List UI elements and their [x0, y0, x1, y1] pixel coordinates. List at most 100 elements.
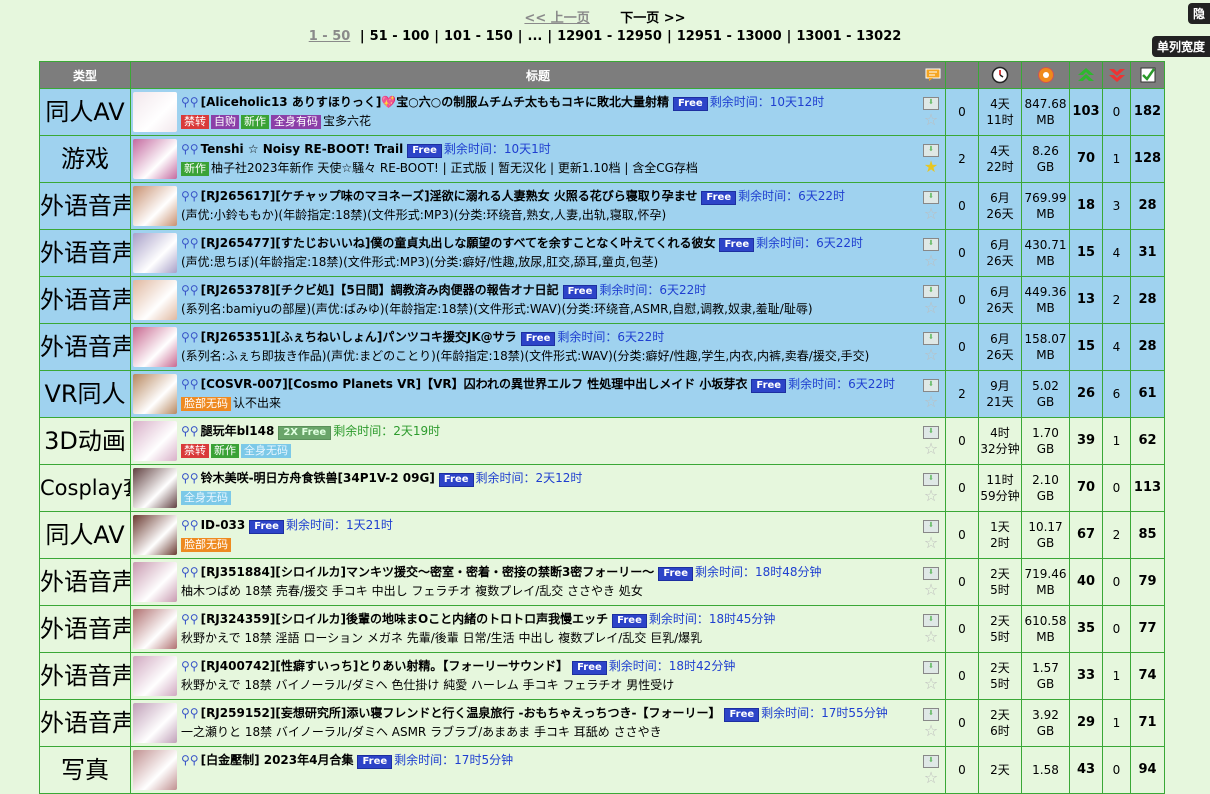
current-page-link[interactable]: 1 - 50 — [309, 29, 351, 44]
torrent-title-link[interactable]: [RJ400742][性癖すいっち]とりあい射精。【フォーリーサウンド】 — [201, 659, 569, 673]
thumbnail-image[interactable] — [133, 233, 177, 273]
comments-count[interactable]: 0 — [945, 652, 979, 700]
download-icon[interactable]: ⬇ — [923, 520, 939, 533]
thumbnail-image[interactable] — [133, 186, 177, 226]
completed-count[interactable]: 77 — [1130, 605, 1165, 653]
category-link[interactable]: 外语音声 — [39, 699, 131, 747]
seeders-icon[interactable] — [1069, 61, 1103, 89]
bookmark-star-icon[interactable]: ☆ — [923, 582, 939, 598]
thumbnail-image[interactable] — [133, 609, 177, 649]
category-link[interactable]: Cosplay套图 — [39, 464, 131, 512]
torrent-title-link[interactable]: [RJ265617][ケチャップ味のマヨネーズ]淫欲に溺れる人妻熟女 火照る花び… — [201, 189, 698, 203]
completed-count[interactable]: 61 — [1130, 370, 1165, 418]
clock-icon[interactable] — [978, 61, 1022, 89]
completed-count[interactable]: 113 — [1130, 464, 1165, 512]
completed-count[interactable]: 128 — [1130, 135, 1165, 183]
bookmark-star-icon[interactable]: ☆ — [923, 206, 939, 222]
bookmark-star-icon[interactable]: ☆ — [923, 441, 939, 457]
seeders-count[interactable]: 15 — [1069, 323, 1103, 371]
comments-count[interactable]: 0 — [945, 417, 979, 465]
torrent-title-link[interactable]: [RJ259152][妄想研究所]添い寝フレンドと行く温泉旅行 -おもちゃえっち… — [201, 706, 721, 720]
leechers-count[interactable]: 0 — [1102, 464, 1131, 512]
leechers-count[interactable]: 1 — [1102, 652, 1131, 700]
seeders-count[interactable]: 35 — [1069, 605, 1103, 653]
download-icon[interactable]: ⬇ — [923, 614, 939, 627]
category-link[interactable]: 外语音声 — [39, 182, 131, 230]
torrent-title-link[interactable]: [RJ265351][ふぇちねいしょん]パンツコキ援交JK@サラ — [201, 330, 517, 344]
thumbnail-image[interactable] — [133, 327, 177, 367]
sort-comments-icon[interactable] — [925, 68, 941, 82]
thumbnail-image[interactable] — [133, 656, 177, 696]
leechers-count[interactable]: 6 — [1102, 370, 1131, 418]
bookmark-star-icon[interactable]: ☆ — [923, 488, 939, 504]
torrent-title-link[interactable]: [COSVR-007][Cosmo Planets VR]【VR】囚われの異世界… — [201, 377, 748, 391]
seeders-count[interactable]: 67 — [1069, 511, 1103, 559]
leechers-count[interactable]: 0 — [1102, 746, 1131, 794]
category-link[interactable]: 3D动画 — [39, 417, 131, 465]
torrent-title-link[interactable]: [RJ265477][すたじおいいね]僕の童貞丸出しな願望のすべてを余すことなく… — [201, 236, 716, 250]
torrent-title-cont[interactable]: 宝○六○の制服ムチムチ太ももコキに敗北大量射精 — [396, 95, 669, 109]
download-icon[interactable]: ⬇ — [923, 97, 939, 110]
leechers-count[interactable]: 4 — [1102, 229, 1131, 277]
bookmark-star-icon[interactable]: ★ — [923, 159, 939, 175]
thumbnail-image[interactable] — [133, 703, 177, 743]
thumbnail-image[interactable] — [133, 421, 177, 461]
comments-count[interactable]: 0 — [945, 558, 979, 606]
seeders-count[interactable]: 26 — [1069, 370, 1103, 418]
thumbnail-image[interactable] — [133, 750, 177, 790]
leechers-count[interactable]: 1 — [1102, 417, 1131, 465]
category-link[interactable]: 外语音声 — [39, 323, 131, 371]
leechers-count[interactable]: 1 — [1102, 135, 1131, 183]
torrent-title-link[interactable]: [RJ265378][チクビ処]【5日間】調教済み肉便器の報告オナ日記 — [201, 283, 559, 297]
download-icon[interactable]: ⬇ — [923, 661, 939, 674]
comments-count[interactable]: 0 — [945, 746, 979, 794]
comments-count[interactable]: 0 — [945, 229, 979, 277]
torrent-title-link[interactable]: Tenshi ☆ Noisy RE-BOOT! Trail — [201, 142, 404, 156]
seeders-count[interactable]: 18 — [1069, 182, 1103, 230]
download-icon[interactable]: ⬇ — [923, 473, 939, 486]
category-link[interactable]: 外语音声 — [39, 558, 131, 606]
torrent-title-link[interactable]: [白金壓制] 2023年4月合集 — [201, 753, 354, 767]
download-icon[interactable]: ⬇ — [923, 238, 939, 251]
thumbnail-image[interactable] — [133, 468, 177, 508]
comments-count[interactable]: 0 — [945, 276, 979, 324]
prev-page-link[interactable]: << 上一页 — [524, 11, 589, 26]
leechers-count[interactable]: 3 — [1102, 182, 1131, 230]
download-icon[interactable]: ⬇ — [923, 708, 939, 721]
thumbnail-image[interactable] — [133, 92, 177, 132]
page-link[interactable]: 51 - 100 — [370, 29, 430, 44]
completed-count[interactable]: 62 — [1130, 417, 1165, 465]
completed-count[interactable]: 28 — [1130, 323, 1165, 371]
category-link[interactable]: 游戏 — [39, 135, 131, 183]
category-link[interactable]: 外语音声 — [39, 652, 131, 700]
category-link[interactable]: 外语音声 — [39, 229, 131, 277]
category-link[interactable]: 写真 — [39, 746, 131, 794]
leechers-count[interactable]: 2 — [1102, 276, 1131, 324]
comments-count[interactable]: 0 — [945, 511, 979, 559]
page-link[interactable]: 13001 - 13022 — [796, 29, 901, 44]
page-link[interactable]: 101 - 150 — [444, 29, 513, 44]
download-icon[interactable]: ⬇ — [923, 285, 939, 298]
page-link[interactable]: 12951 - 13000 — [677, 29, 782, 44]
seeders-count[interactable]: 103 — [1069, 88, 1103, 136]
leechers-count[interactable]: 0 — [1102, 88, 1131, 136]
torrent-title-link[interactable]: [RJ324359][シロイルカ]後輩の地味まOこと内緒のトロトロ声我慢エッチ — [201, 612, 609, 626]
completed-count[interactable]: 28 — [1130, 276, 1165, 324]
thumbnail-image[interactable] — [133, 139, 177, 179]
comments-count[interactable]: 2 — [945, 370, 979, 418]
seeders-count[interactable]: 43 — [1069, 746, 1103, 794]
leechers-icon[interactable] — [1102, 61, 1131, 89]
category-link[interactable]: VR同人 — [39, 370, 131, 418]
bookmark-star-icon[interactable]: ☆ — [923, 394, 939, 410]
download-icon[interactable]: ⬇ — [923, 379, 939, 392]
bookmark-star-icon[interactable]: ☆ — [923, 253, 939, 269]
completed-count[interactable]: 79 — [1130, 558, 1165, 606]
torrent-title-link[interactable]: [Aliceholic13 ありすほりっく] — [201, 95, 382, 109]
seeders-count[interactable]: 29 — [1069, 699, 1103, 747]
bookmark-star-icon[interactable]: ☆ — [923, 112, 939, 128]
bookmark-star-icon[interactable]: ☆ — [923, 347, 939, 363]
download-icon[interactable]: ⬇ — [923, 567, 939, 580]
category-link[interactable]: 外语音声 — [39, 605, 131, 653]
thumbnail-image[interactable] — [133, 562, 177, 602]
download-icon[interactable]: ⬇ — [923, 755, 939, 768]
